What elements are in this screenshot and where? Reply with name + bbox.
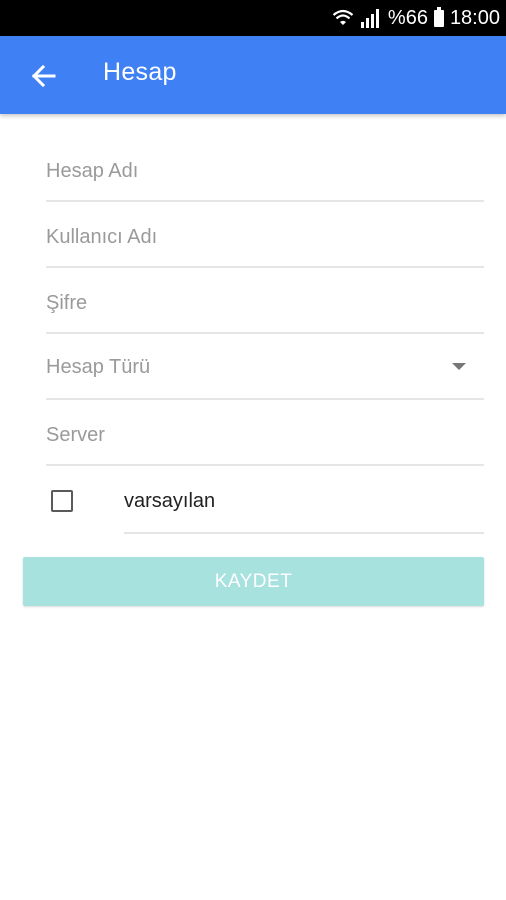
default-checkbox[interactable] [51,490,73,512]
back-button[interactable] [24,56,64,96]
account-name-field [46,136,484,202]
battery-percent: %66 [387,6,428,29]
page-title: Hesap [103,58,177,86]
account-type-label: Hesap Türü [46,356,151,378]
server-field [46,400,484,466]
clock: 18:00 [449,6,500,29]
divider [124,532,484,534]
default-checkbox-label: varsayılan [124,490,216,512]
app-bar: Hesap [0,36,506,114]
username-input[interactable] [46,202,484,266]
status-bar: %66 18:00 [0,0,506,36]
password-field [46,268,484,334]
arrow-left-icon [31,64,56,88]
save-button[interactable]: KAYDET [23,557,484,606]
wifi-icon [332,9,354,25]
account-type-select[interactable]: Hesap Türü [46,334,484,400]
status-bar-right: %66 18:00 [332,0,500,36]
dropdown-arrow-icon [452,363,466,370]
account-name-input[interactable] [46,136,484,200]
username-field [46,202,484,268]
battery-icon [433,6,444,27]
server-input[interactable] [46,400,484,464]
signal-icon [360,9,379,28]
password-input[interactable] [46,268,484,332]
